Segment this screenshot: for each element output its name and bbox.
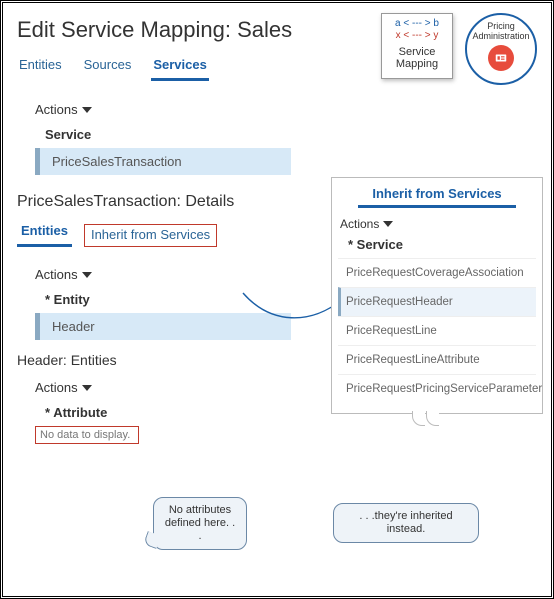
entity-row-selected[interactable]: Header — [35, 313, 291, 340]
actions-label: Actions — [340, 217, 379, 231]
panel-speech-tail — [412, 411, 448, 427]
pricing-admin-tile[interactable]: Pricing Administration — [465, 13, 537, 85]
inherit-service-header: * Service — [338, 237, 536, 258]
inherit-item-4[interactable]: PriceRequestPricingServiceParameter — [338, 374, 536, 403]
actions-label: Actions — [35, 267, 78, 282]
pricing-admin-label: Pricing Administration — [467, 21, 535, 41]
subtab-entities[interactable]: Entities — [17, 219, 72, 247]
inherit-item-3[interactable]: PriceRequestLineAttribute — [338, 345, 536, 374]
service-row-selected[interactable]: PriceSalesTransaction — [35, 148, 291, 175]
details-actions-menu[interactable]: Actions — [35, 267, 92, 282]
actions-label: Actions — [35, 380, 78, 395]
inherit-item-2[interactable]: PriceRequestLine — [338, 316, 536, 345]
chevron-down-icon — [383, 221, 393, 227]
inherit-panel: Inherit from Services Actions * Service … — [331, 177, 543, 414]
service-column-header: Service — [21, 123, 551, 148]
service-mapping-tile[interactable]: a < --- > b x < --- > y Service Mapping — [381, 13, 453, 79]
inherit-item-0[interactable]: PriceRequestCoverageAssociation — [338, 258, 536, 287]
chevron-down-icon — [82, 272, 92, 278]
callout-inherited: . . .they're inherited instead. — [333, 503, 479, 543]
service-mapping-line2: x < --- > y — [382, 30, 452, 42]
tab-services[interactable]: Services — [151, 53, 209, 81]
service-mapping-label: Service Mapping — [382, 46, 452, 70]
no-data-message: No data to display. — [35, 426, 139, 444]
header-entities-actions-menu[interactable]: Actions — [35, 380, 92, 395]
inherit-actions-menu[interactable]: Actions — [340, 217, 393, 231]
chevron-down-icon — [82, 385, 92, 391]
tab-sources[interactable]: Sources — [82, 53, 134, 81]
tab-entities[interactable]: Entities — [17, 53, 64, 81]
pricing-admin-icon — [488, 45, 514, 71]
inherit-panel-title: Inherit from Services — [358, 186, 516, 208]
services-section: Actions Service PriceSalesTransaction — [21, 94, 551, 175]
chevron-down-icon — [82, 107, 92, 113]
services-actions-menu[interactable]: Actions — [35, 102, 92, 117]
actions-label: Actions — [35, 102, 78, 117]
service-mapping-line1: a < --- > b — [382, 18, 452, 30]
callout-no-attributes: No attributes defined here. . . — [153, 497, 247, 550]
inherit-item-1[interactable]: PriceRequestHeader — [338, 287, 536, 316]
subtab-inherit-from-services[interactable]: Inherit from Services — [84, 224, 217, 247]
